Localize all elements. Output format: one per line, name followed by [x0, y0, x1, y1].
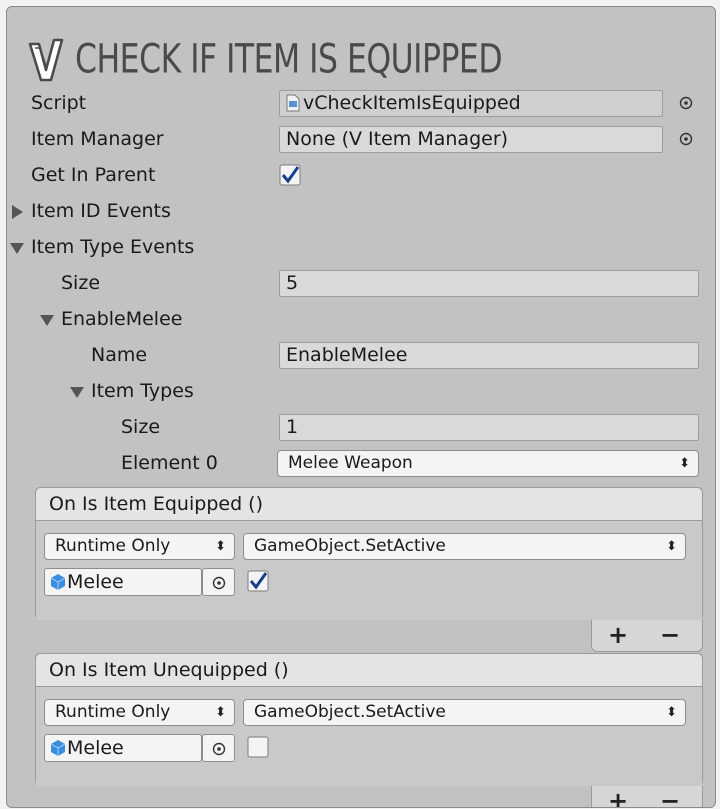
- enable-melee-label[interactable]: EnableMelee: [61, 308, 182, 330]
- expand-arrow-icon[interactable]: [12, 205, 23, 219]
- component-title: CHECK IF ITEM IS EQUIPPED: [75, 37, 503, 83]
- runtime-mode-value: Runtime Only: [55, 702, 171, 722]
- types-size-label: Size: [121, 416, 161, 438]
- object-picker-icon: [212, 742, 225, 756]
- get-in-parent-label: Get In Parent: [31, 164, 156, 186]
- object-picker-button[interactable]: [202, 568, 235, 596]
- updown-arrow-icon: ⬍: [679, 456, 690, 471]
- add-listener-button[interactable]: +: [608, 787, 628, 807]
- runtime-mode-dropdown[interactable]: Runtime Only ⬍: [44, 533, 235, 560]
- target-object-value: Melee: [67, 571, 124, 593]
- event-title: On Is Item Unequipped (): [36, 654, 702, 687]
- event-body: Runtime Only ⬍ GameObject.SetActive ⬍ Me…: [36, 521, 702, 620]
- add-listener-button[interactable]: +: [608, 621, 628, 649]
- element-0-label: Element 0: [121, 452, 218, 474]
- target-object-value: Melee: [67, 737, 124, 759]
- remove-listener-button[interactable]: −: [660, 621, 680, 649]
- event-list-footer: + −: [591, 786, 703, 807]
- on-item-equipped-event: On Is Item Equipped () Runtime Only ⬍ Ga…: [35, 487, 703, 620]
- element-0-value: Melee Weapon: [288, 453, 413, 473]
- item-type-events-label[interactable]: Item Type Events: [31, 236, 194, 258]
- v-logo-icon: [28, 38, 64, 82]
- collapse-arrow-icon[interactable]: [10, 243, 24, 254]
- object-picker-button[interactable]: [202, 734, 235, 762]
- event-title: On Is Item Equipped (): [36, 488, 702, 521]
- runtime-mode-dropdown[interactable]: Runtime Only ⬍: [44, 699, 235, 726]
- event-body: Runtime Only ⬍ GameObject.SetActive ⬍ Me…: [36, 687, 702, 786]
- script-value: vCheckItemIsEquipped: [303, 92, 521, 114]
- item-types-label[interactable]: Item Types: [91, 380, 194, 402]
- item-manager-label: Item Manager: [31, 128, 164, 150]
- inspector-panel: CHECK IF ITEM IS EQUIPPED Script vCheckI…: [6, 6, 716, 808]
- function-dropdown[interactable]: GameObject.SetActive ⬍: [243, 699, 686, 726]
- cube-icon: [50, 574, 66, 590]
- element-0-dropdown[interactable]: Melee Weapon ⬍: [277, 450, 699, 477]
- size-label: Size: [61, 272, 101, 294]
- remove-listener-button[interactable]: −: [660, 787, 680, 807]
- types-size-field[interactable]: 1: [279, 414, 699, 441]
- collapse-arrow-icon[interactable]: [40, 315, 54, 326]
- name-field[interactable]: EnableMelee: [279, 342, 699, 369]
- function-value: GameObject.SetActive: [254, 702, 446, 722]
- item-id-events-label[interactable]: Item ID Events: [31, 200, 171, 222]
- target-object-field[interactable]: Melee: [44, 568, 202, 596]
- set-active-checkbox[interactable]: [247, 736, 271, 760]
- script-label: Script: [31, 92, 87, 114]
- on-item-unequipped-event: On Is Item Unequipped () Runtime Only ⬍ …: [35, 653, 703, 786]
- updown-arrow-icon: ⬍: [666, 539, 677, 554]
- updown-arrow-icon: ⬍: [666, 705, 677, 720]
- object-picker-icon: [212, 576, 225, 590]
- updown-arrow-icon: ⬍: [215, 705, 226, 720]
- script-field[interactable]: vCheckItemIsEquipped: [279, 90, 663, 117]
- event-list-footer: + −: [591, 620, 703, 652]
- name-label: Name: [91, 344, 148, 366]
- item-manager-field[interactable]: None (V Item Manager): [279, 126, 663, 153]
- get-in-parent-checkbox[interactable]: [279, 164, 303, 188]
- object-picker-icon[interactable]: [679, 96, 693, 110]
- updown-arrow-icon: ⬍: [215, 539, 226, 554]
- function-dropdown[interactable]: GameObject.SetActive ⬍: [243, 533, 686, 560]
- size-field[interactable]: 5: [279, 270, 699, 297]
- cube-icon: [50, 740, 66, 756]
- function-value: GameObject.SetActive: [254, 536, 446, 556]
- script-file-icon: [286, 94, 300, 112]
- collapse-arrow-icon[interactable]: [70, 387, 84, 398]
- object-picker-icon[interactable]: [679, 132, 693, 146]
- target-object-field[interactable]: Melee: [44, 734, 202, 762]
- set-active-checkbox[interactable]: [247, 570, 271, 594]
- component-header: CHECK IF ITEM IS EQUIPPED: [27, 35, 503, 85]
- runtime-mode-value: Runtime Only: [55, 536, 171, 556]
